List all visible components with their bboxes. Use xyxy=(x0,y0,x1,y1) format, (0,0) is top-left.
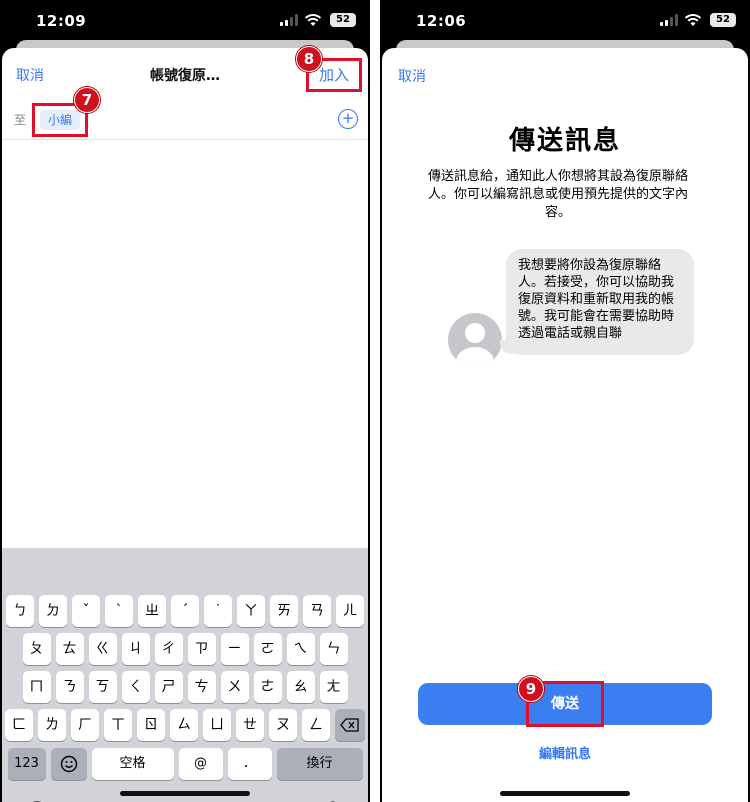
keyboard-row-2: ㄆㄊㄍㄐㄔㄗㄧㄛㄟㄣ xyxy=(2,633,368,665)
key-row2-0[interactable]: ㄆ xyxy=(22,633,51,665)
keyboard-row-3: ㄇㄋㄎㄑㄕㄘㄨㄜㄠㄤ xyxy=(2,671,368,703)
key-row2-1[interactable]: ㄊ xyxy=(55,633,84,665)
emoji-icon xyxy=(60,755,77,773)
key-row3-8[interactable]: ㄠ xyxy=(286,671,315,703)
key-row1-10[interactable]: ㄦ xyxy=(336,595,364,627)
key-row1-5[interactable]: ˊ xyxy=(171,595,199,627)
status-bar: 12:09 52 xyxy=(0,0,370,40)
wifi-icon xyxy=(684,14,702,26)
step-badge-8: 8 xyxy=(296,46,322,72)
key-row2-8[interactable]: ㄟ xyxy=(286,633,315,665)
key-row2-2[interactable]: ㄍ xyxy=(88,633,117,665)
cellular-signal-icon xyxy=(660,14,678,26)
key-row1-0[interactable]: ㄅ xyxy=(6,595,34,627)
to-label: 至 xyxy=(14,113,27,127)
key-row1-1[interactable]: ㄉ xyxy=(39,595,67,627)
description-text: 傳送訊息給，通知此人你想將其設為復原聯絡人。你可以編寫訊息或使用預先提供的文字內… xyxy=(427,169,688,220)
left-screenshot: 12:09 52 取消 帳號復原… 加入 至 小編 + ㄅㄉ ˇ ˋ ㄓ ˊ ˙ ㄚㄞㄢㄦ … xyxy=(0,0,370,802)
send-button[interactable]: 傳送 xyxy=(418,681,712,727)
key-row3-7[interactable]: ㄜ xyxy=(253,671,282,703)
key-row4-3[interactable]: ㄒ xyxy=(104,709,132,741)
key-row4-4[interactable]: ㄖ xyxy=(137,709,165,741)
key-row4-6[interactable]: ㄩ xyxy=(203,709,231,741)
period-key[interactable]: ． xyxy=(227,748,272,780)
home-indicator xyxy=(500,791,630,796)
message-bubble: 我想要將你設為復原聯絡人。若接受，你可以協助我復原資料和重新取用我的帳號。我可能… xyxy=(506,249,694,355)
recipient-row: 至 小編 + xyxy=(2,100,368,140)
step-badge-9: 9 xyxy=(518,676,544,702)
battery-icon: 52 xyxy=(330,13,356,27)
space-key[interactable]: 空格 xyxy=(91,748,174,780)
key-row4-7[interactable]: ㄝ xyxy=(236,709,264,741)
key-row4-8[interactable]: ㄡ xyxy=(269,709,297,741)
backspace-icon xyxy=(340,718,359,732)
emoji-key[interactable] xyxy=(50,748,87,780)
wifi-icon xyxy=(304,14,322,26)
key-row1-9[interactable]: ㄢ xyxy=(303,595,331,627)
send-message-sheet: 取消 傳送訊息 傳送訊息給，通知此人你想將其設為復原聯絡人。你可以編寫訊息或使用… xyxy=(382,48,748,802)
key-row3-6[interactable]: ㄨ xyxy=(220,671,249,703)
key-row4-2[interactable]: ㄏ xyxy=(71,709,99,741)
battery-icon: 52 xyxy=(710,13,736,27)
key-row3-1[interactable]: ㄋ xyxy=(55,671,84,703)
numbers-key[interactable]: 123 xyxy=(7,748,46,780)
key-row3-2[interactable]: ㄎ xyxy=(88,671,117,703)
key-row1-7[interactable]: ㄚ xyxy=(237,595,265,627)
key-row1-4[interactable]: ㄓ xyxy=(138,595,166,627)
key-row2-9[interactable]: ㄣ xyxy=(319,633,348,665)
status-bar: 12:06 52 xyxy=(380,0,750,40)
keyboard-row-4: ㄈㄌㄏㄒㄖㄙㄩㄝㄡㄥ xyxy=(2,709,368,741)
home-indicator xyxy=(120,791,250,796)
key-row3-9[interactable]: ㄤ xyxy=(319,671,348,703)
key-row3-3[interactable]: ㄑ xyxy=(121,671,150,703)
at-key[interactable]: @ xyxy=(178,748,223,780)
keyboard-row-1: ㄅㄉ ˇ ˋ ㄓ ˊ ˙ ㄚㄞㄢㄦ xyxy=(2,595,368,627)
key-row2-5[interactable]: ㄗ xyxy=(187,633,216,665)
key-row4-1[interactable]: ㄌ xyxy=(38,709,66,741)
key-row3-4[interactable]: ㄕ xyxy=(154,671,183,703)
keyboard-bottom-row: 123 空格 @ ． 換行 xyxy=(2,748,368,780)
key-row2-3[interactable]: ㄐ xyxy=(121,633,150,665)
compose-sheet: 取消 帳號復原… 加入 至 小編 + ㄅㄉ ˇ ˋ ㄓ ˊ ˙ ㄚㄞㄢㄦ ㄆㄊㄍㄐㄔㄗㄧㄛㄟ… xyxy=(2,48,368,802)
return-key[interactable]: 換行 xyxy=(276,748,363,780)
key-row2-4[interactable]: ㄔ xyxy=(154,633,183,665)
key-row1-8[interactable]: ㄞ xyxy=(270,595,298,627)
key-row4-9[interactable]: ㄥ xyxy=(302,709,330,741)
key-row3-5[interactable]: ㄘ xyxy=(187,671,216,703)
status-time: 12:06 xyxy=(416,12,467,30)
zhuyin-keyboard: ㄅㄉ ˇ ˋ ㄓ ˊ ˙ ㄚㄞㄢㄦ ㄆㄊㄍㄐㄔㄗㄧㄛㄟㄣ ㄇㄋㄎㄑㄕㄘㄨㄜㄠㄤ ㄈㄌㄏㄒㄖㄙ… xyxy=(2,548,368,802)
key-row2-6[interactable]: ㄧ xyxy=(220,633,249,665)
key-row2-7[interactable]: ㄛ xyxy=(253,633,282,665)
recipient-chip[interactable]: 小編 xyxy=(40,110,80,130)
backspace-key[interactable] xyxy=(335,709,365,741)
key-row1-3[interactable]: ˋ xyxy=(105,595,133,627)
status-time: 12:09 xyxy=(36,12,87,30)
step-badge-7: 7 xyxy=(74,87,100,113)
right-screenshot: 12:06 52 取消 傳送訊息 傳送訊息給，通知此人你想將其設為復原聯絡人。你… xyxy=(380,0,750,802)
cancel-button[interactable]: 取消 xyxy=(398,66,426,86)
contact-avatar xyxy=(448,313,502,367)
edit-message-button[interactable]: 編輯訊息 xyxy=(382,743,748,762)
add-contact-icon[interactable]: + xyxy=(338,109,358,129)
cellular-signal-icon xyxy=(280,14,298,26)
key-row1-6[interactable]: ˙ xyxy=(204,595,232,627)
key-row4-0[interactable]: ㄈ xyxy=(5,709,33,741)
key-row4-5[interactable]: ㄙ xyxy=(170,709,198,741)
key-row1-2[interactable]: ˇ xyxy=(72,595,100,627)
key-row3-0[interactable]: ㄇ xyxy=(22,671,51,703)
page-title: 傳送訊息 xyxy=(508,126,621,156)
